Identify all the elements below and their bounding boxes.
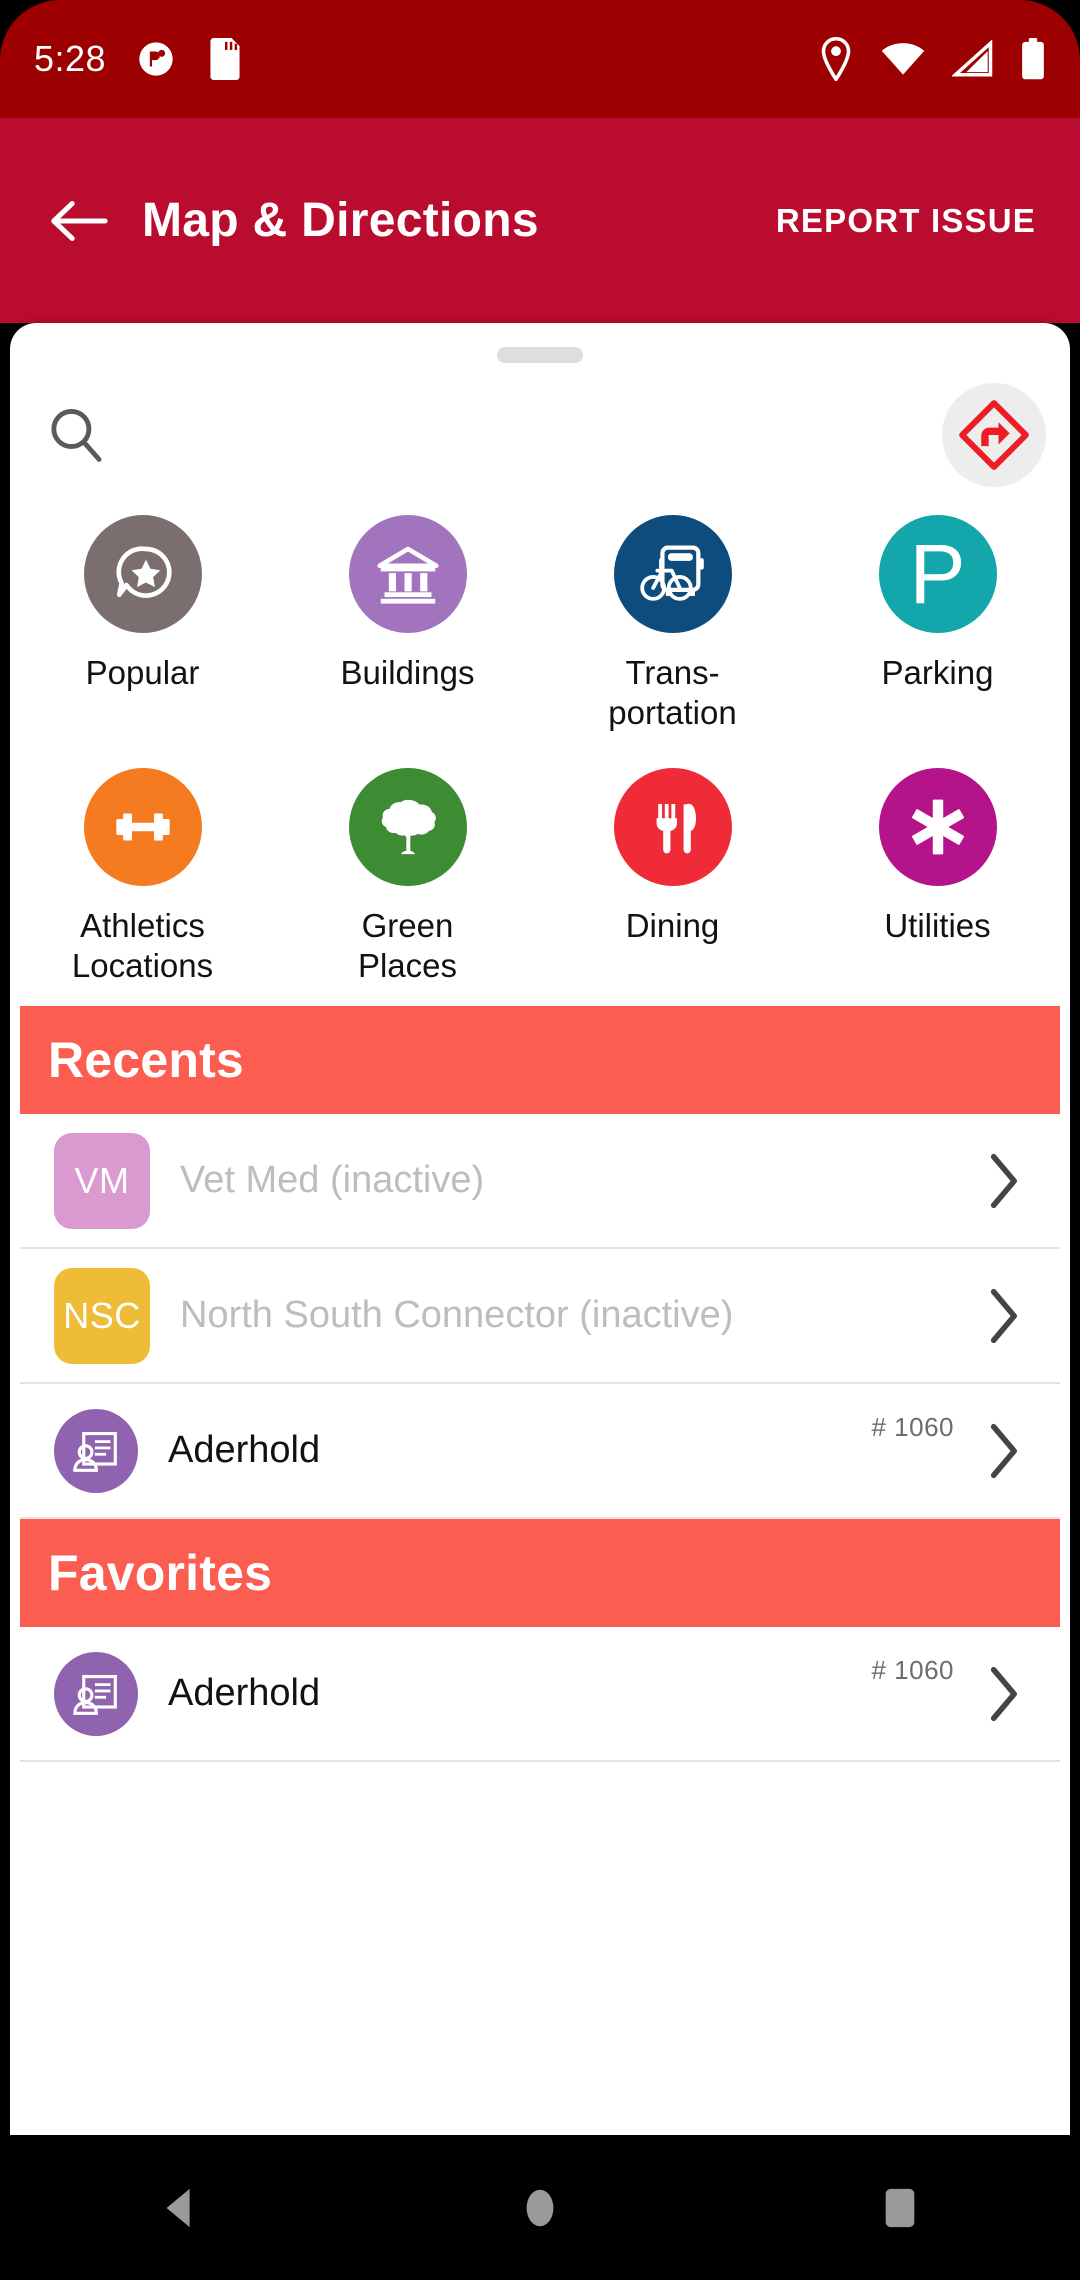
bottom-sheet: Popular Buildings Trans- portation P Par… xyxy=(10,323,1070,2135)
favorites-section-header: Favorites xyxy=(20,1519,1060,1627)
phone-screen: 5:28 Map & Directions REPORT ISSUE Popul… xyxy=(0,0,1080,2280)
list-item-number: # 1060 xyxy=(871,1655,954,1685)
status-bar-left: 5:28 xyxy=(34,38,244,80)
report-issue-button[interactable]: REPORT ISSUE xyxy=(762,184,1050,258)
list-item-label: North South Connector (inactive) xyxy=(180,1294,734,1336)
fork-knife-icon xyxy=(656,803,696,853)
category-buildings[interactable]: Buildings xyxy=(275,505,540,744)
back-arrow-icon xyxy=(51,200,108,241)
favorites-title: Favorites xyxy=(48,1545,273,1601)
nav-home-button[interactable] xyxy=(465,2135,615,2280)
chevron-right-icon xyxy=(980,1423,1026,1479)
back-button[interactable] xyxy=(30,173,126,269)
category-parking[interactable]: P Parking xyxy=(805,505,1070,744)
bank-building-icon xyxy=(376,546,439,604)
category-transportation[interactable]: Trans- portation xyxy=(540,505,805,744)
page-title: Map & Directions xyxy=(142,194,539,247)
tree-icon xyxy=(381,799,436,854)
category-label: Buildings xyxy=(340,654,475,691)
list-item[interactable]: VM Vet Med (inactive) xyxy=(20,1114,1060,1249)
android-navigation-bar xyxy=(0,2135,1080,2280)
category-grid: Popular Buildings Trans- portation P Par… xyxy=(10,499,1070,1006)
category-icon-bg xyxy=(348,515,467,633)
cellular-signal-icon xyxy=(952,40,993,77)
speech-bubble-star-icon xyxy=(115,546,172,598)
status-bar-right xyxy=(818,37,1046,81)
parking-p-icon: P xyxy=(909,527,966,621)
category-icon-bg xyxy=(348,767,467,886)
asterisk-icon xyxy=(911,799,964,854)
wifi-icon xyxy=(881,43,925,75)
status-bar: 5:28 xyxy=(0,0,1080,118)
badge-text: NSC xyxy=(63,1294,141,1336)
directions-diamond-icon xyxy=(959,400,1029,470)
category-icon-bg xyxy=(83,767,202,886)
category-label: Parking xyxy=(881,654,994,691)
directions-button[interactable] xyxy=(942,383,1046,487)
category-label: Athletics Locations xyxy=(71,906,214,984)
category-icon-bg xyxy=(878,767,997,886)
list-item[interactable]: Aderhold # 1060 xyxy=(20,1384,1060,1519)
chevron-right-icon xyxy=(980,1288,1026,1344)
category-utilities[interactable]: Utilities xyxy=(805,758,1070,997)
list-item-badge: NSC xyxy=(54,1267,150,1364)
id-card-person-icon xyxy=(54,1651,138,1736)
category-athletics[interactable]: Athletics Locations xyxy=(10,758,275,997)
drag-handle[interactable] xyxy=(497,347,583,363)
category-green-places[interactable]: Green Places xyxy=(275,758,540,997)
battery-icon xyxy=(1022,38,1044,80)
list-item-badge: VM xyxy=(54,1132,150,1229)
category-label: Dining xyxy=(625,906,720,944)
status-clock: 5:28 xyxy=(34,38,107,79)
chevron-right-icon xyxy=(980,1153,1026,1209)
list-item[interactable]: Aderhold # 1060 xyxy=(20,1627,1060,1762)
category-icon-bg: P xyxy=(878,515,997,633)
sd-card-icon xyxy=(210,38,240,80)
category-popular[interactable]: Popular xyxy=(10,505,275,744)
notification-icon xyxy=(139,42,173,76)
list-item-label: Vet Med (inactive) xyxy=(180,1159,485,1201)
list-item[interactable]: NSC North South Connector (inactive) xyxy=(20,1249,1060,1384)
category-label: Trans- portation xyxy=(608,654,737,732)
category-icon-bg xyxy=(613,515,732,633)
recents-title: Recents xyxy=(48,1032,244,1088)
list-item-number: # 1060 xyxy=(871,1412,954,1442)
list-item-label: Aderhold xyxy=(168,1429,321,1471)
chevron-right-icon xyxy=(980,1666,1026,1722)
app-bar: Map & Directions REPORT ISSUE xyxy=(0,118,1080,323)
category-dining[interactable]: Dining xyxy=(540,758,805,997)
nav-recents-square-icon xyxy=(885,2188,915,2227)
id-card-person-icon xyxy=(54,1408,138,1493)
recents-section-header: Recents xyxy=(20,1006,1060,1114)
category-label: Popular xyxy=(85,654,200,691)
badge-text: VM xyxy=(74,1159,130,1201)
category-label: Green Places xyxy=(357,906,458,984)
location-icon xyxy=(821,37,851,81)
search-row xyxy=(10,371,1070,499)
search-icon xyxy=(51,409,102,462)
category-icon-bg xyxy=(83,515,202,633)
nav-back-button[interactable] xyxy=(105,2135,255,2280)
nav-recents-button[interactable] xyxy=(825,2135,975,2280)
category-icon-bg xyxy=(613,767,732,886)
bus-bike-icon xyxy=(639,545,704,601)
category-label: Utilities xyxy=(884,906,991,944)
list-item-label: Aderhold xyxy=(168,1672,321,1714)
nav-home-circle-icon xyxy=(526,2189,554,2226)
nav-back-triangle-icon xyxy=(166,2188,190,2227)
dumbbell-icon xyxy=(115,812,170,841)
search-button[interactable] xyxy=(34,393,118,477)
